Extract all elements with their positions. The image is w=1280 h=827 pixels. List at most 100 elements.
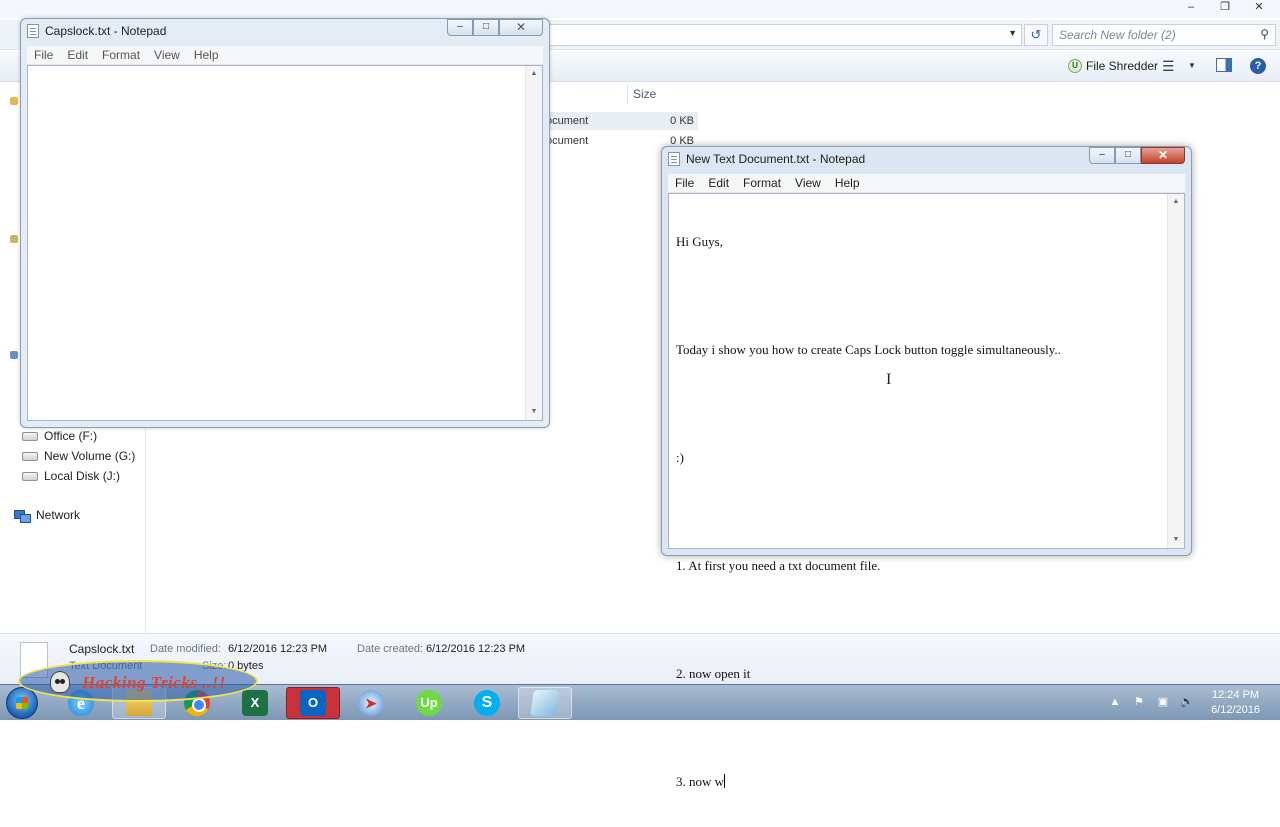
minimize-button[interactable]: – xyxy=(1089,147,1115,164)
scroll-up-icon[interactable]: ▲ xyxy=(1168,194,1184,210)
nav-item-label: New Volume (G:) xyxy=(44,449,136,463)
file-shredder-label: File Shredder xyxy=(1086,59,1159,73)
taskbar-skype[interactable]: S xyxy=(460,687,514,719)
menu-help[interactable]: Help xyxy=(828,174,867,192)
search-input[interactable]: Search New folder (2) ⚲ xyxy=(1052,24,1276,46)
notepad-icon xyxy=(530,690,560,716)
column-header-size[interactable]: Size xyxy=(633,87,656,101)
vertical-scrollbar[interactable]: ▲ ▼ xyxy=(525,66,542,420)
help-icon[interactable]: ? xyxy=(1250,58,1266,74)
clock-date: 6/12/2016 xyxy=(1211,704,1260,716)
network-tray-icon[interactable]: ▣ xyxy=(1156,695,1170,709)
text-line: 2. now open it xyxy=(676,666,751,681)
text-line: :) xyxy=(676,450,684,465)
text-line xyxy=(676,719,1061,737)
file-type: ocument xyxy=(546,115,589,127)
upwork-icon: Up xyxy=(416,690,442,716)
nav-item-label: Network xyxy=(36,508,81,522)
explorer-close-button[interactable]: ✕ xyxy=(1246,0,1272,16)
clock-time: 12:24 PM xyxy=(1211,689,1260,701)
system-clock[interactable]: 12:24 PM 6/12/2016 xyxy=(1211,688,1260,718)
notepad-icon xyxy=(668,152,680,166)
search-placeholder: Search New folder (2) xyxy=(1059,28,1176,42)
taskbar-outlook[interactable]: O xyxy=(286,687,340,719)
nav-item-network[interactable]: Network xyxy=(14,508,81,523)
menu-bar: File Edit Format View Help xyxy=(27,46,543,65)
explorer-minimize-button[interactable]: – xyxy=(1178,0,1204,16)
maximize-button[interactable]: □ xyxy=(473,19,499,36)
address-dropdown-icon[interactable]: ▼ xyxy=(1008,28,1017,38)
document-text: Hi Guys, Today i show you how to create … xyxy=(676,197,1061,827)
window-title: Capslock.txt - Notepad xyxy=(45,24,167,38)
menu-edit[interactable]: Edit xyxy=(60,46,95,64)
maximize-button[interactable]: □ xyxy=(1115,147,1141,164)
start-button[interactable] xyxy=(6,687,38,719)
excel-icon: X xyxy=(242,690,268,716)
safari-compass-icon: ➤ xyxy=(358,690,384,716)
menu-file[interactable]: File xyxy=(27,46,60,64)
nav-item-new-volume-drive[interactable]: New Volume (G:) xyxy=(22,449,135,463)
drive-icon xyxy=(22,451,38,461)
menu-edit[interactable]: Edit xyxy=(701,174,736,192)
menu-file[interactable]: File xyxy=(668,174,701,192)
nav-item-office-drive[interactable]: Office (F:) xyxy=(22,429,97,443)
volume-muted-icon[interactable]: 🔈 xyxy=(1180,695,1194,709)
nav-item-label: Office (F:) xyxy=(44,429,98,443)
action-center-flag-icon[interactable]: ⚑ xyxy=(1132,695,1146,709)
address-input[interactable]: ▼ xyxy=(548,24,1022,46)
refresh-button[interactable]: ↺ xyxy=(1024,24,1048,46)
nav-item-local-disk[interactable]: Local Disk (J:) xyxy=(22,469,120,483)
taskbar-upwork[interactable]: Up xyxy=(402,687,456,719)
text-line xyxy=(676,611,1061,629)
text-line: Hi Guys, xyxy=(676,234,723,249)
file-shredder-button[interactable]: U File Shredder xyxy=(1068,59,1158,73)
window-title: New Text Document.txt - Notepad xyxy=(686,152,866,166)
drive-icon xyxy=(22,471,38,481)
text-line-current: 3. now w xyxy=(676,773,1061,791)
menu-format[interactable]: Format xyxy=(736,174,788,192)
file-shredder-icon: U xyxy=(1068,59,1082,73)
menu-bar: File Edit Format View Help xyxy=(668,174,1185,193)
file-type: ocument xyxy=(546,135,589,147)
details-date-created-value: 6/12/2016 12:23 PM xyxy=(426,643,526,655)
vertical-scrollbar[interactable]: ▲ ▼ xyxy=(1167,194,1184,548)
scroll-down-icon[interactable]: ▼ xyxy=(526,404,542,420)
preview-pane-icon[interactable] xyxy=(1216,58,1232,72)
scroll-up-icon[interactable]: ▲ xyxy=(526,66,542,82)
menu-help[interactable]: Help xyxy=(187,46,226,64)
notepad-window-capslock[interactable]: Capslock.txt - Notepad – □ ✕ File Edit F… xyxy=(20,18,550,428)
menu-view[interactable]: View xyxy=(788,174,828,192)
text-line xyxy=(676,503,1061,521)
explorer-maximize-button[interactable]: ❐ xyxy=(1212,0,1238,16)
current-line-text: 3. now w xyxy=(676,774,725,789)
column-separator[interactable] xyxy=(627,84,628,104)
search-icon[interactable]: ⚲ xyxy=(1260,27,1269,41)
view-dropdown-icon[interactable]: ▼ xyxy=(1188,61,1196,70)
text-caret xyxy=(724,774,726,788)
taskbar-notepad[interactable] xyxy=(518,687,572,719)
close-button[interactable]: ✕ xyxy=(1141,147,1185,164)
close-button[interactable]: ✕ xyxy=(499,19,543,36)
show-hidden-icons-icon[interactable]: ▲ xyxy=(1108,695,1122,709)
file-row[interactable]: ocument 0 KB xyxy=(546,112,698,130)
skype-icon: S xyxy=(474,690,500,716)
network-icon xyxy=(14,509,31,523)
view-options-icon[interactable]: ☰ xyxy=(1162,58,1175,75)
favorites-star-icon xyxy=(10,97,18,105)
text-line: 1. At first you need a txt document file… xyxy=(676,558,881,573)
skull-icon xyxy=(50,671,70,693)
notepad-window-new-text-document[interactable]: New Text Document.txt - Notepad – □ ✕ Fi… xyxy=(661,146,1192,789)
drive-icon xyxy=(22,431,38,441)
text-editor-area[interactable]: Hi Guys, Today i show you how to create … xyxy=(668,193,1185,789)
watermark-text: Hacking Tricks ..!! xyxy=(82,673,226,692)
notepad-icon xyxy=(27,24,39,38)
ibeam-cursor-icon: I xyxy=(886,371,892,388)
taskbar-safari[interactable]: ➤ xyxy=(344,687,398,719)
menu-view[interactable]: View xyxy=(147,46,187,64)
text-editor-area[interactable]: ▲ ▼ xyxy=(27,65,543,421)
scroll-down-icon[interactable]: ▼ xyxy=(1168,532,1184,548)
caption-buttons: – □ ✕ xyxy=(1089,147,1185,164)
details-date-modified-value: 6/12/2016 12:23 PM xyxy=(228,643,328,655)
minimize-button[interactable]: – xyxy=(447,19,473,36)
menu-format[interactable]: Format xyxy=(95,46,147,64)
